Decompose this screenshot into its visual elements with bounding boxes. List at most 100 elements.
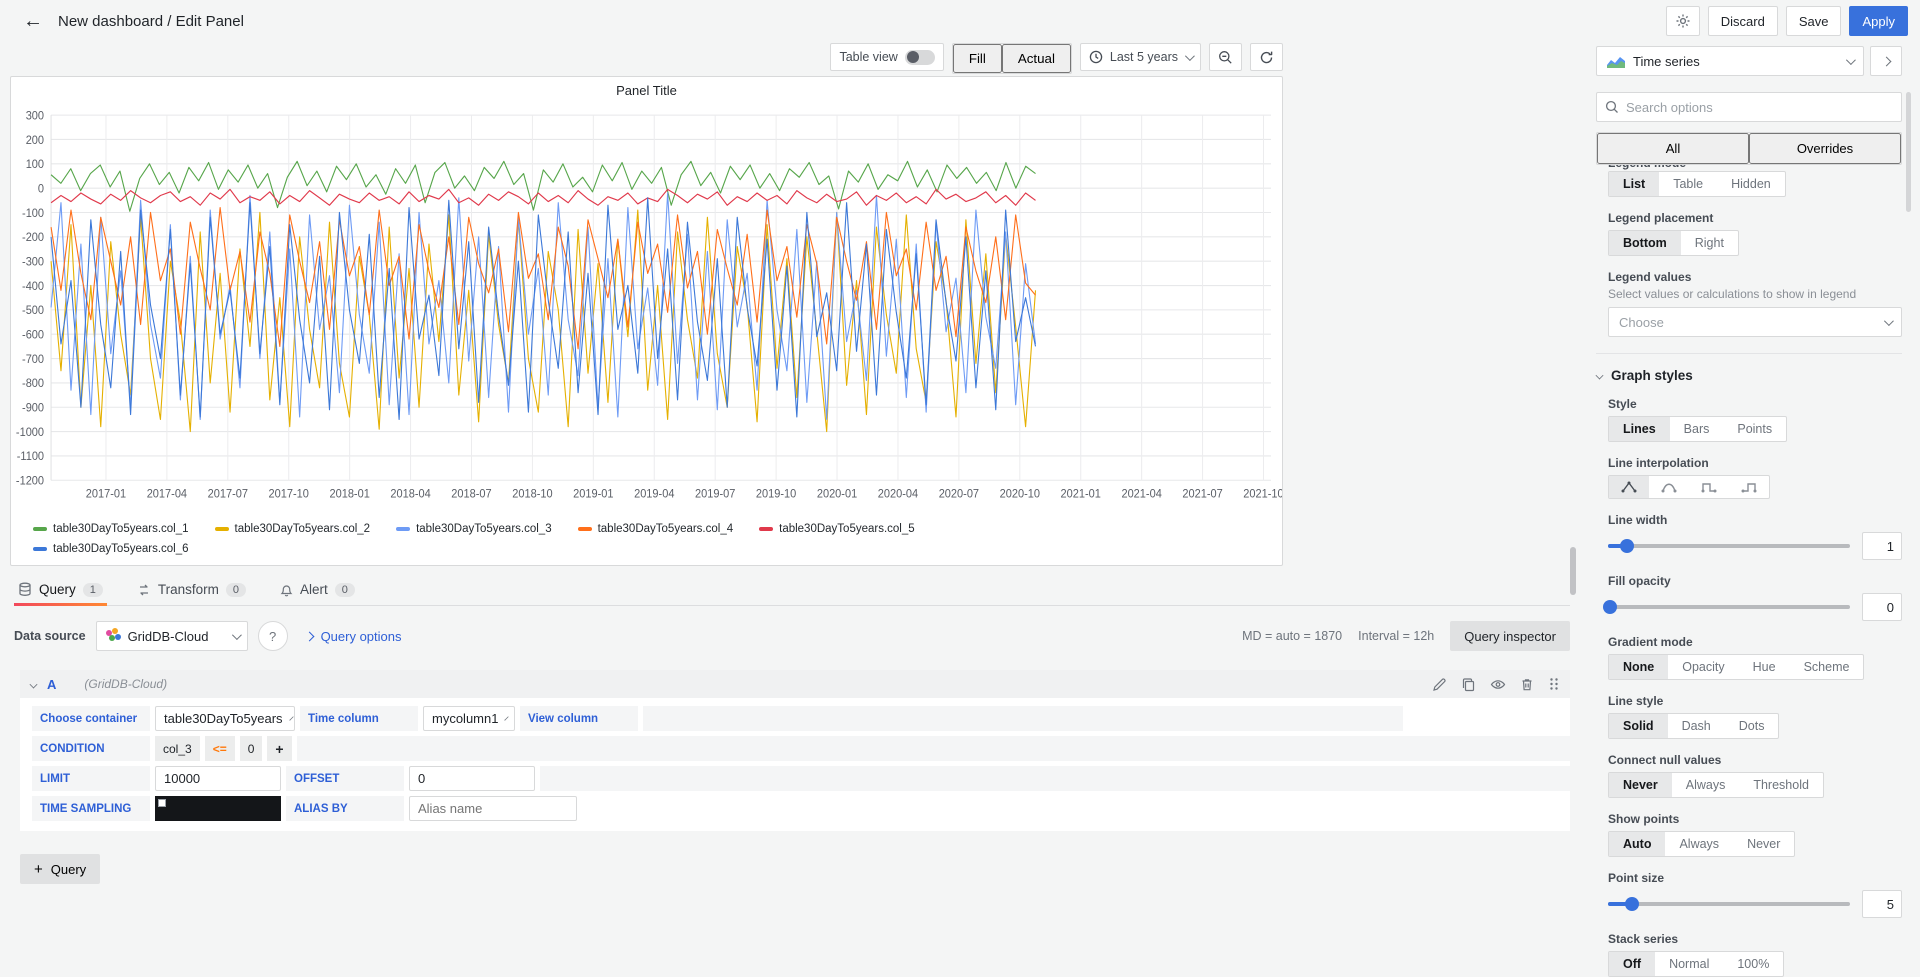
style-control: Lines Bars Points: [1608, 416, 1788, 442]
actual-option[interactable]: Actual: [1001, 44, 1071, 73]
alias-input[interactable]: [418, 801, 568, 816]
filter-tab-all[interactable]: All: [1597, 133, 1749, 164]
filter-tab-overrides[interactable]: Overrides: [1749, 133, 1901, 164]
legend-item[interactable]: table30DayTo5years.col_3: [396, 523, 552, 535]
stack-100[interactable]: 100%: [1723, 952, 1783, 976]
fill-option[interactable]: Fill: [952, 44, 1002, 73]
database-icon: [19, 582, 31, 596]
search-options-input[interactable]: [1626, 99, 1893, 115]
datasource-help-button[interactable]: ?: [257, 621, 288, 651]
tab-alert[interactable]: Alert 0: [276, 574, 359, 605]
legend-item[interactable]: table30DayTo5years.col_6: [33, 543, 189, 555]
show-points-auto[interactable]: Auto: [1609, 832, 1666, 856]
query-options-link[interactable]: Query options: [304, 629, 402, 644]
zoom-out-button[interactable]: [1209, 43, 1242, 71]
point-size-value[interactable]: 5: [1862, 890, 1902, 918]
show-points-never[interactable]: Never: [1733, 832, 1794, 856]
collapse-options-button[interactable]: [1870, 46, 1902, 76]
line-interpolation-label: Line interpolation: [1608, 456, 1709, 470]
tab-transform[interactable]: Transform 0: [133, 574, 250, 605]
fill-opacity-value[interactable]: 0: [1862, 593, 1902, 621]
table-view-toggle[interactable]: [904, 49, 935, 65]
line-width-slider[interactable]: [1608, 539, 1850, 553]
connect-null-always[interactable]: Always: [1672, 773, 1740, 797]
line-style-dash[interactable]: Dash: [1668, 714, 1725, 738]
breadcrumb: New dashboard / Edit Panel: [58, 12, 244, 30]
edit-icon[interactable]: [1432, 677, 1447, 692]
legend-mode-table[interactable]: Table: [1659, 172, 1717, 196]
limit-input[interactable]: [164, 771, 272, 786]
legend-values-select[interactable]: Choose: [1608, 307, 1902, 337]
connect-null-threshold[interactable]: Threshold: [1739, 773, 1823, 797]
style-lines[interactable]: Lines: [1609, 417, 1670, 441]
visualization-picker[interactable]: Time series: [1596, 46, 1864, 76]
save-button[interactable]: Save: [1785, 6, 1842, 36]
drag-handle-icon[interactable]: [1548, 677, 1560, 691]
tab-query[interactable]: Query 1: [14, 574, 107, 606]
interpolation-linear[interactable]: [1609, 476, 1649, 498]
back-button[interactable]: ←: [18, 6, 48, 36]
show-points-always[interactable]: Always: [1665, 832, 1733, 856]
graph-styles-section-header[interactable]: Graph styles: [1595, 353, 1902, 383]
query-inspector-button[interactable]: Query inspector: [1450, 621, 1570, 651]
condition-value-chip[interactable]: 0: [239, 736, 263, 761]
panel-settings-button[interactable]: [1665, 6, 1700, 36]
legend-mode-list[interactable]: List: [1609, 172, 1660, 196]
checkbox-icon[interactable]: [158, 799, 166, 807]
gradient-opacity[interactable]: Opacity: [1668, 655, 1738, 679]
time-sampling-select[interactable]: [155, 796, 281, 821]
discard-button[interactable]: Discard: [1707, 6, 1778, 36]
time-range-picker[interactable]: Last 5 years: [1079, 43, 1201, 71]
view-column-link[interactable]: View column: [520, 706, 638, 731]
fill-opacity-label: Fill opacity: [1608, 574, 1671, 588]
style-points[interactable]: Points: [1723, 417, 1786, 441]
style-bars[interactable]: Bars: [1670, 417, 1724, 441]
query-header[interactable]: A (GridDB-Cloud): [20, 670, 1570, 698]
apply-button[interactable]: Apply: [1849, 6, 1908, 36]
refresh-button[interactable]: [1250, 43, 1283, 71]
interpolation-smooth[interactable]: [1649, 476, 1689, 498]
gradient-hue[interactable]: Hue: [1739, 655, 1790, 679]
legend-item[interactable]: table30DayTo5years.col_4: [577, 523, 733, 535]
legend-swatch: [396, 527, 411, 531]
legend-placement-right[interactable]: Right: [1681, 231, 1738, 255]
condition-add-button[interactable]: +: [267, 736, 292, 761]
legend-mode-hidden[interactable]: Hidden: [1717, 172, 1785, 196]
line-style-solid[interactable]: Solid: [1609, 714, 1668, 738]
line-style-dots[interactable]: Dots: [1725, 714, 1779, 738]
connect-null-never[interactable]: Never: [1609, 773, 1672, 797]
datasource-picker[interactable]: GridDB-Cloud: [95, 621, 248, 651]
linear-interpolation-icon: [1621, 481, 1637, 493]
trash-icon[interactable]: [1520, 677, 1534, 692]
condition-field-chip[interactable]: col_3: [155, 736, 200, 761]
chevron-down-icon: [288, 716, 294, 721]
stack-series-control: Off Normal 100%: [1608, 951, 1785, 977]
interpolation-step-before[interactable]: [1689, 476, 1729, 498]
gradient-none[interactable]: None: [1609, 655, 1669, 679]
copy-icon[interactable]: [1461, 677, 1476, 692]
line-width-value[interactable]: 1: [1862, 532, 1902, 560]
content-scrollbar[interactable]: [1570, 547, 1576, 595]
condition-operator-chip[interactable]: <=: [204, 736, 235, 761]
stack-off[interactable]: Off: [1609, 952, 1656, 976]
legend-item[interactable]: table30DayTo5years.col_2: [214, 523, 370, 535]
time-series-chart[interactable]: 300 200 100 0 -100 -200 -300 -400 -500 -600 -700 -8…: [11, 100, 1284, 517]
legend-item[interactable]: table30DayTo5years.col_1: [33, 523, 189, 535]
eye-icon[interactable]: [1490, 677, 1506, 692]
legend-item[interactable]: table30DayTo5years.col_5: [759, 523, 915, 535]
stack-normal[interactable]: Normal: [1655, 952, 1723, 976]
gradient-scheme[interactable]: Scheme: [1790, 655, 1864, 679]
interpolation-step-after[interactable]: [1729, 476, 1769, 498]
container-select[interactable]: table30DayTo5years: [155, 706, 295, 731]
time-column-select[interactable]: mycolumn1: [423, 706, 515, 731]
legend-label: table30DayTo5years.col_5: [779, 523, 915, 535]
svg-text:2017-07: 2017-07: [208, 488, 248, 500]
point-size-slider[interactable]: [1608, 897, 1850, 911]
add-query-button[interactable]: + Query: [20, 854, 101, 884]
query-body: Choose container table30DayTo5years Time…: [20, 698, 1570, 831]
fill-opacity-slider[interactable]: [1603, 600, 1850, 614]
svg-text:2020-01: 2020-01: [817, 488, 857, 500]
sidebar-scrollbar[interactable]: [1906, 92, 1911, 212]
offset-input[interactable]: [418, 771, 526, 786]
legend-placement-bottom[interactable]: Bottom: [1609, 231, 1681, 255]
